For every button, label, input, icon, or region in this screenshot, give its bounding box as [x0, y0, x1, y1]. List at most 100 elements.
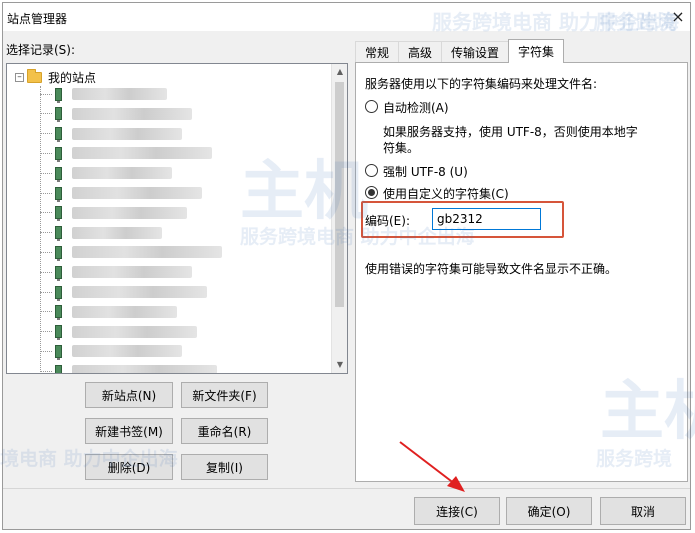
site-tree-item[interactable] [40, 225, 162, 242]
site-tree-item[interactable] [40, 284, 207, 301]
server-icon [55, 206, 62, 222]
site-name-redacted [72, 305, 177, 318]
custom-charset-radio[interactable] [365, 186, 378, 199]
site-name-redacted [72, 107, 192, 120]
tree-root-my-sites[interactable]: – 我的站点 [15, 68, 97, 85]
tree-connector [40, 212, 52, 214]
server-icon [55, 226, 62, 242]
tab-transfer-settings[interactable]: 传输设置 [441, 41, 510, 63]
site-tree-item[interactable] [40, 185, 202, 202]
delete-button[interactable]: 删除(D) [85, 454, 173, 480]
collapse-icon[interactable]: – [15, 72, 24, 82]
site-tree-item[interactable] [40, 324, 197, 341]
encoding-label: 编码(E): [365, 214, 410, 228]
new-bookmark-button[interactable]: 新建书签(M) [85, 418, 173, 444]
tree-connector [40, 232, 52, 234]
site-tree-item[interactable] [40, 145, 212, 162]
server-icon [55, 325, 62, 341]
tree-connector [40, 251, 52, 253]
folder-icon [27, 68, 42, 83]
tree-connector [40, 172, 52, 174]
server-icon [55, 344, 62, 360]
server-icon [55, 87, 62, 103]
tree-connector [40, 370, 52, 372]
tree-scrollbar[interactable]: ▲ ▼ [331, 64, 347, 373]
server-icon [55, 265, 62, 281]
custom-charset-label[interactable]: 使用自定义的字符集(C) [383, 185, 509, 202]
server-icon [55, 305, 62, 321]
copy-button[interactable]: 复制(I) [181, 454, 268, 480]
site-name-redacted [72, 187, 202, 199]
new-site-button[interactable]: 新站点(N) [85, 382, 173, 408]
site-manager-window: 站点管理器 × 选择记录(S): – 我的站点 ▲ ▼ 新站点(N) 新文件夹(… [2, 2, 691, 530]
force-utf8-radio[interactable] [365, 164, 378, 177]
auto-detect-label[interactable]: 自动检测(A) [383, 99, 449, 116]
site-tree-item[interactable] [40, 205, 187, 222]
rename-button[interactable]: 重命名(R) [181, 418, 268, 444]
site-name-redacted [72, 286, 207, 298]
site-name-redacted [72, 325, 197, 338]
charset-warning: 使用错误的字符集可能导致文件名显示不正确。 [365, 262, 618, 276]
site-tree-item[interactable] [40, 304, 177, 321]
settings-tabs: 常规 高级 传输设置 字符集 [355, 39, 565, 63]
tree-connector [40, 113, 52, 115]
server-icon [55, 127, 62, 143]
site-name-redacted [72, 226, 162, 239]
select-entry-label: 选择记录(S): [6, 43, 76, 57]
tree-connector [40, 133, 52, 135]
server-icon [55, 146, 62, 162]
site-name-redacted [72, 266, 192, 279]
site-name-redacted [72, 127, 182, 140]
site-tree-item[interactable] [40, 106, 192, 123]
server-icon [55, 166, 62, 182]
ok-button[interactable]: 确定(O) [506, 497, 592, 525]
site-name-redacted [72, 345, 182, 358]
tree-connector [40, 331, 52, 333]
scrollbar-thumb[interactable] [335, 82, 344, 307]
tree-connector [40, 192, 52, 194]
site-name-redacted [72, 365, 217, 373]
charset-panel: 服务器使用以下的字符集编码来处理文件名: 自动检测(A) 如果服务器支持，使用 … [355, 62, 688, 482]
scroll-down-icon[interactable]: ▼ [332, 357, 347, 373]
tree-connector [40, 271, 52, 273]
title-bar: 站点管理器 × [3, 3, 690, 31]
cancel-button[interactable]: 取消 [600, 497, 686, 525]
force-utf8-label[interactable]: 强制 UTF-8 (U) [383, 163, 468, 180]
site-tree-item[interactable] [40, 343, 182, 360]
server-icon [55, 285, 62, 301]
site-name-redacted [72, 167, 172, 180]
site-name-redacted [72, 147, 212, 160]
tab-charset[interactable]: 字符集 [508, 39, 565, 63]
auto-detect-note-line2: 符集。 [383, 141, 420, 155]
server-icon [55, 364, 62, 373]
close-icon[interactable]: × [666, 3, 690, 31]
tree-connector [40, 311, 52, 313]
tree-connector [40, 350, 52, 352]
server-icon [55, 245, 62, 261]
new-folder-button[interactable]: 新文件夹(F) [181, 382, 268, 408]
tree-root-label: 我的站点 [48, 70, 97, 85]
site-name-redacted [72, 206, 187, 219]
site-name-redacted [72, 246, 222, 259]
server-icon [55, 186, 62, 202]
tree-connector [40, 291, 52, 293]
site-tree[interactable]: – 我的站点 ▲ ▼ [6, 63, 348, 374]
site-tree-item[interactable] [40, 244, 222, 261]
site-tree-item[interactable] [40, 165, 172, 182]
auto-detect-radio[interactable] [365, 100, 378, 113]
site-tree-item[interactable] [40, 86, 167, 103]
connect-button[interactable]: 连接(C) [414, 497, 500, 525]
window-title: 站点管理器 [7, 12, 68, 26]
site-tree-item[interactable] [40, 126, 182, 143]
encoding-input[interactable] [432, 208, 541, 230]
site-tree-item[interactable] [40, 264, 192, 281]
scroll-up-icon[interactable]: ▲ [332, 64, 347, 80]
tab-general[interactable]: 常规 [355, 41, 400, 63]
auto-detect-note-line1: 如果服务器支持，使用 UTF-8，否则使用本地字 [383, 125, 638, 139]
tree-connector [40, 93, 52, 95]
tree-connector [40, 152, 52, 154]
site-tree-item[interactable] [40, 363, 217, 373]
tab-advanced[interactable]: 高级 [398, 41, 443, 63]
charset-intro: 服务器使用以下的字符集编码来处理文件名: [365, 77, 598, 91]
server-icon [55, 107, 62, 123]
